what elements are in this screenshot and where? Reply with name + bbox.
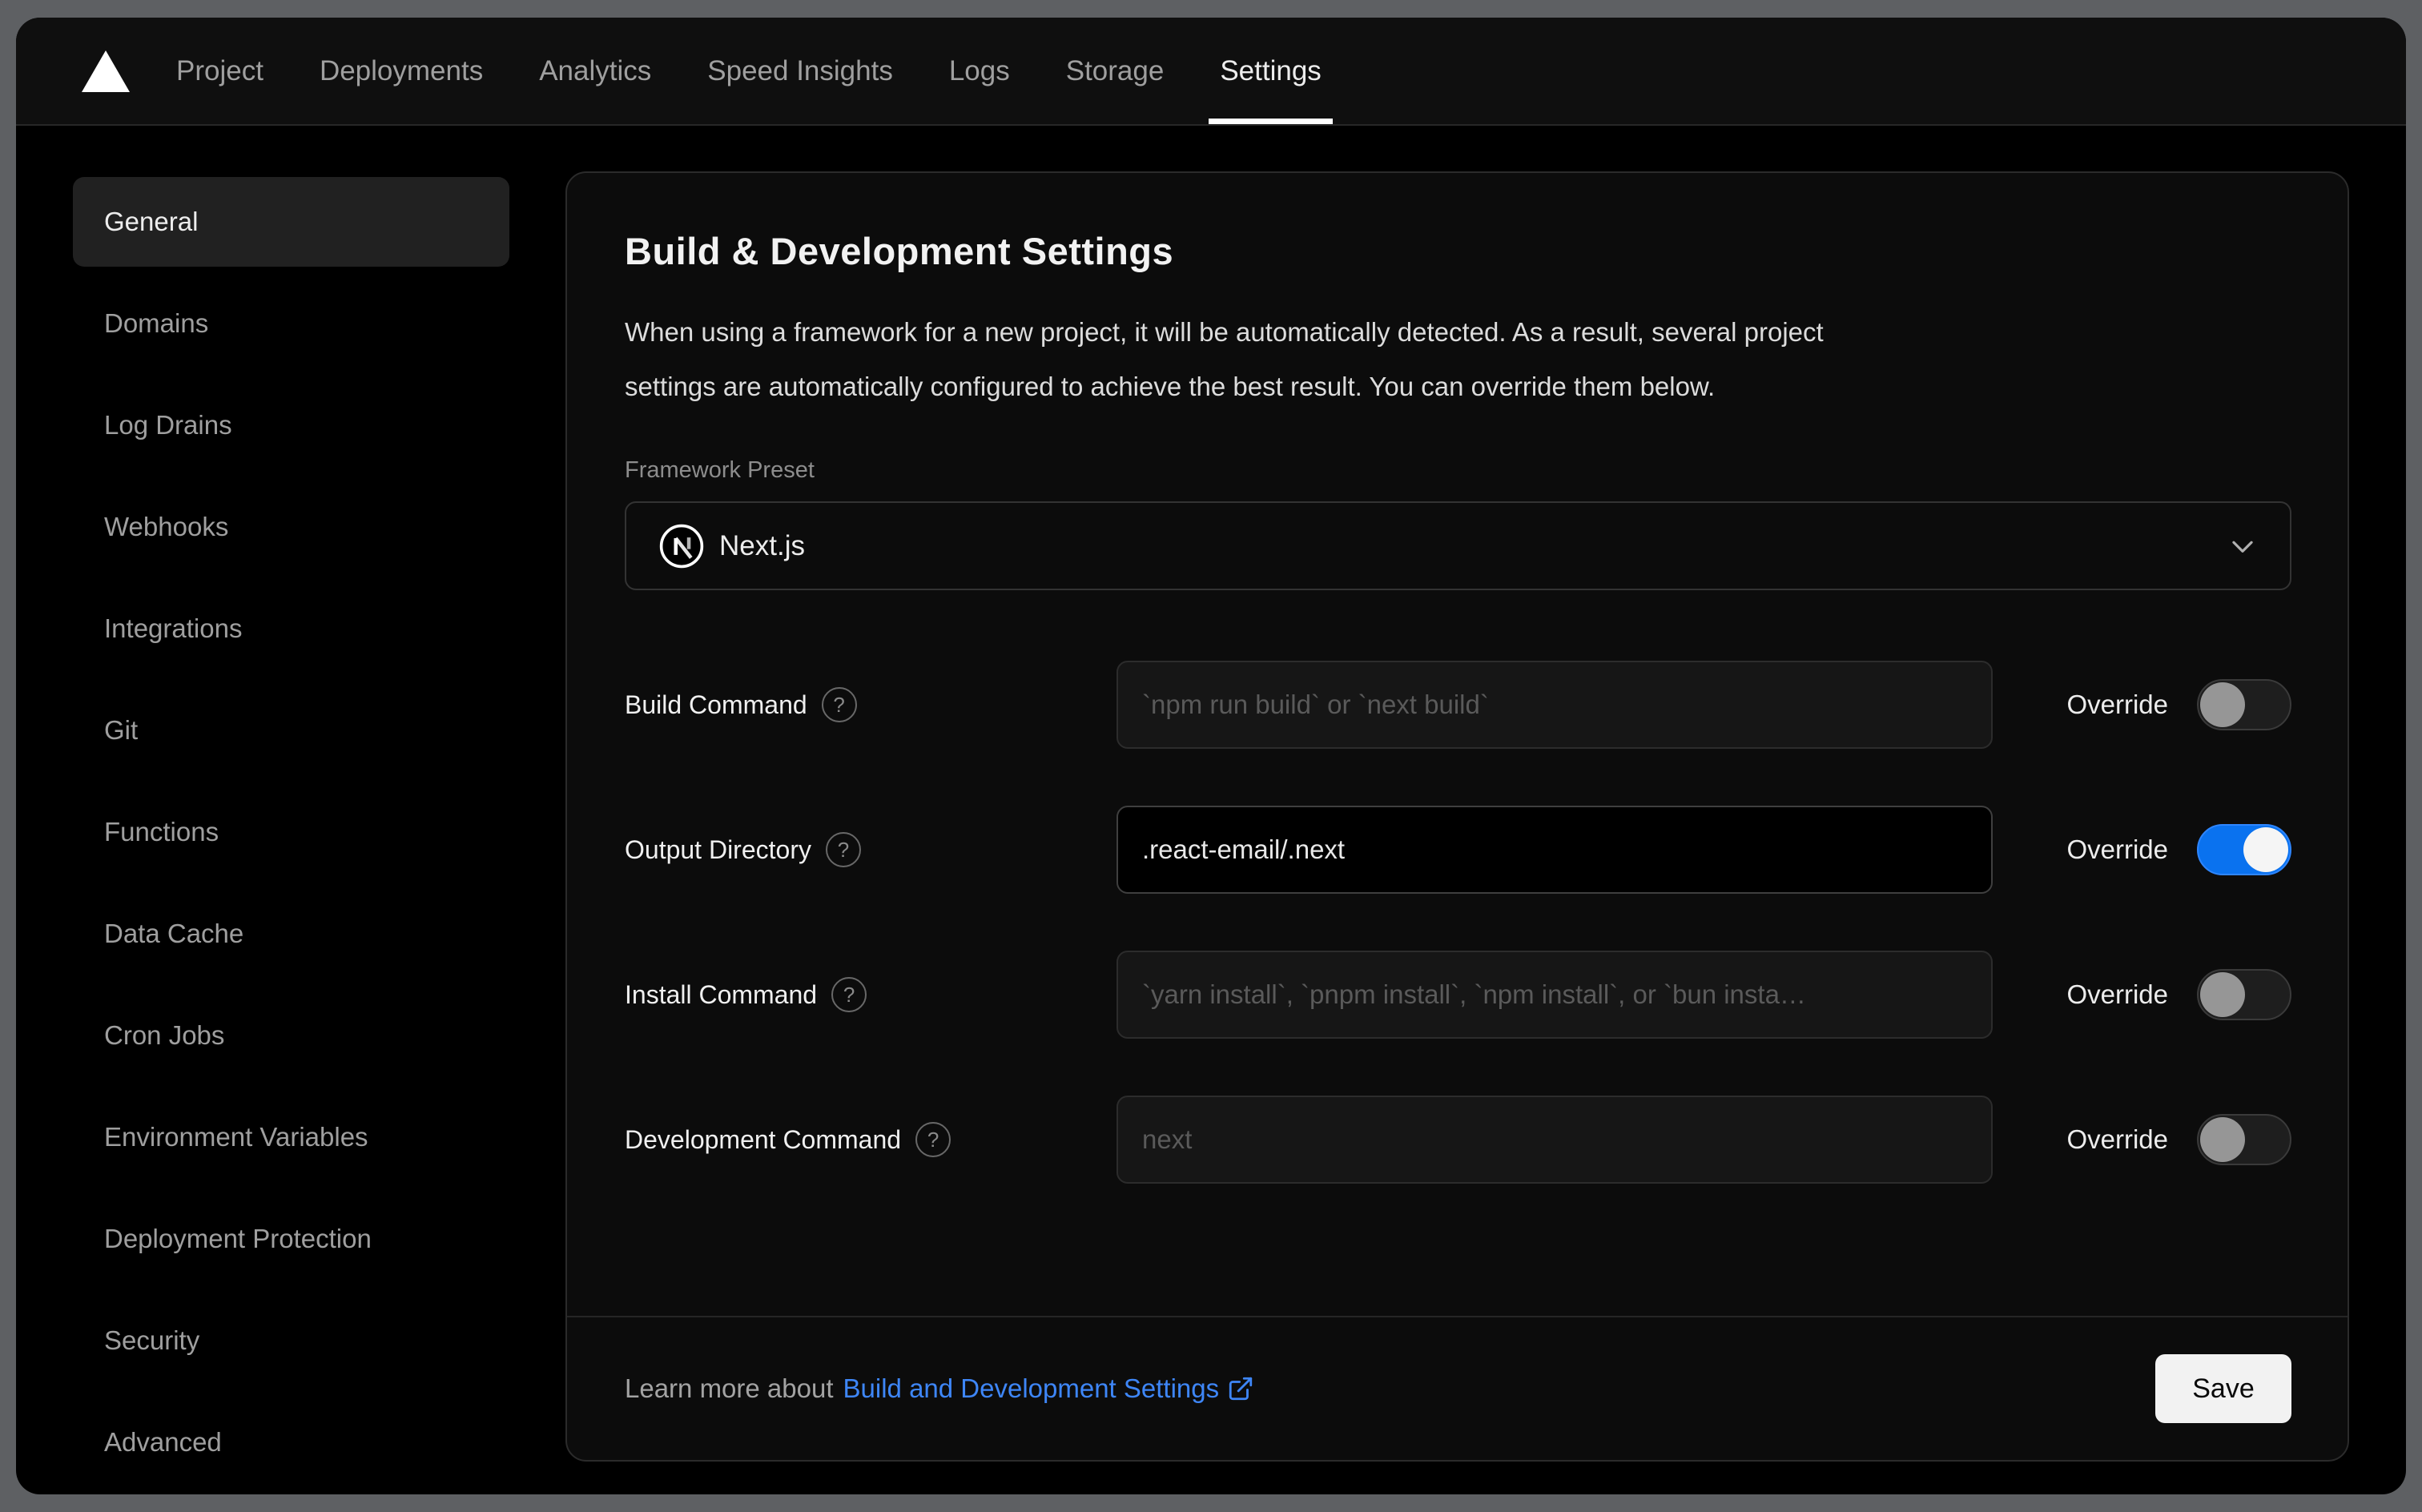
chevron-down-icon: [2232, 541, 2253, 553]
toggle-knob: [2200, 682, 2245, 727]
sidebar-item-deployment-protection[interactable]: Deployment Protection: [73, 1194, 509, 1284]
tab-logs[interactable]: Logs: [949, 18, 1010, 124]
install-command-input[interactable]: [1116, 951, 1993, 1039]
build-command-input[interactable]: [1116, 661, 1993, 749]
help-icon[interactable]: [831, 977, 867, 1012]
framework-preset-label: Framework Preset: [625, 457, 815, 483]
install-command-row: Install Command Override: [625, 951, 2291, 1039]
sidebar-item-functions[interactable]: Functions: [73, 787, 509, 877]
sidebar-item-advanced[interactable]: Advanced: [73, 1397, 509, 1487]
tab-analytics[interactable]: Analytics: [539, 18, 651, 124]
install-command-override-toggle[interactable]: [2197, 969, 2291, 1020]
page-title: Build & Development Settings: [625, 230, 1174, 272]
override-label: Override: [2066, 834, 2168, 864]
tab-speed-insights[interactable]: Speed Insights: [707, 18, 893, 124]
settings-sidebar: General Domains Log Drains Webhooks Inte…: [16, 126, 565, 1493]
top-navigation: Project Deployments Analytics Speed Insi…: [16, 18, 2406, 126]
development-command-override-toggle[interactable]: [2197, 1114, 2291, 1165]
description-line-2: settings are automatically configured to…: [625, 372, 1716, 401]
build-dev-settings-card: Build & Development Settings When using …: [565, 171, 2349, 1462]
toggle-knob: [2200, 1117, 2245, 1162]
override-label: Override: [2066, 979, 2168, 1009]
development-command-input[interactable]: [1116, 1096, 1993, 1184]
panel-description: When using a framework for a new project…: [625, 305, 2291, 414]
output-directory-label: Output Directory: [625, 834, 811, 864]
card-footer: Learn more about Build and Development S…: [567, 1316, 2348, 1460]
link-label: Build and Development Settings: [843, 1373, 1220, 1403]
build-command-label: Build Command: [625, 690, 807, 719]
help-icon[interactable]: [821, 687, 857, 722]
development-command-row: Development Command Override: [625, 1096, 2291, 1184]
help-icon[interactable]: [915, 1122, 952, 1157]
vercel-logo[interactable]: [82, 18, 130, 124]
sidebar-item-integrations[interactable]: Integrations: [73, 584, 509, 674]
build-command-row: Build Command Override: [625, 661, 2291, 749]
sidebar-item-webhooks[interactable]: Webhooks: [73, 482, 509, 572]
sidebar-item-data-cache[interactable]: Data Cache: [73, 889, 509, 979]
command-rows: Build Command Override Output Di: [625, 661, 2291, 1184]
tab-storage[interactable]: Storage: [1066, 18, 1165, 124]
output-directory-input[interactable]: [1116, 806, 1993, 894]
output-directory-row: Output Directory Override: [625, 806, 2291, 894]
sidebar-item-domains[interactable]: Domains: [73, 279, 509, 368]
description-line-1: When using a framework for a new project…: [625, 317, 1824, 347]
sidebar-item-security[interactable]: Security: [73, 1296, 509, 1385]
toggle-knob: [2243, 827, 2288, 872]
framework-preset-select[interactable]: Next.js: [625, 501, 2291, 590]
tab-deployments[interactable]: Deployments: [320, 18, 483, 124]
sidebar-item-environment-variables[interactable]: Environment Variables: [73, 1092, 509, 1182]
override-label: Override: [2066, 690, 2168, 719]
sidebar-item-git[interactable]: Git: [73, 686, 509, 775]
learn-more-text: Learn more about: [625, 1373, 834, 1403]
main-area: Build & Development Settings When using …: [565, 126, 2406, 1493]
external-link-icon: [1229, 1377, 1253, 1401]
development-command-label: Development Command: [625, 1124, 902, 1154]
save-button[interactable]: Save: [2155, 1354, 2291, 1423]
sidebar-item-cron-jobs[interactable]: Cron Jobs: [73, 991, 509, 1080]
install-command-label: Install Command: [625, 979, 818, 1009]
app-window: Project Deployments Analytics Speed Insi…: [16, 18, 2406, 1494]
sidebar-item-general[interactable]: General: [73, 177, 509, 267]
vercel-triangle-icon: [82, 50, 130, 92]
toggle-knob: [2200, 972, 2245, 1017]
framework-preset-value: Next.js: [719, 529, 805, 561]
tab-settings[interactable]: Settings: [1209, 18, 1334, 124]
nav-tabs: Project Deployments Analytics Speed Insi…: [176, 18, 1334, 124]
output-directory-override-toggle[interactable]: [2197, 824, 2291, 875]
sidebar-item-log-drains[interactable]: Log Drains: [73, 380, 509, 470]
nextjs-icon: [659, 524, 704, 568]
tab-project[interactable]: Project: [176, 18, 264, 124]
build-dev-settings-link[interactable]: Build and Development Settings: [843, 1373, 1255, 1404]
help-icon[interactable]: [825, 832, 861, 867]
override-label: Override: [2066, 1124, 2168, 1154]
build-command-override-toggle[interactable]: [2197, 679, 2291, 730]
